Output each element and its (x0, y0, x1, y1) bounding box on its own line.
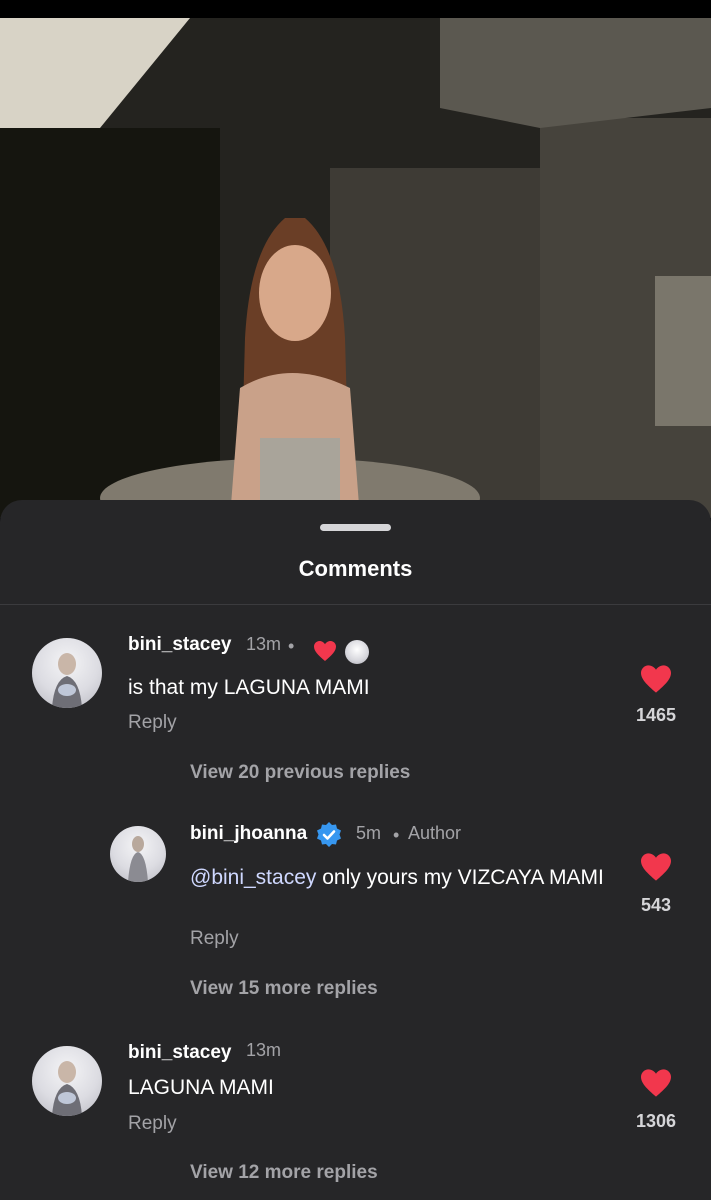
heart-icon[interactable] (639, 1068, 673, 1098)
comment-username[interactable]: bini_stacey (128, 1042, 232, 1064)
avatar[interactable] (32, 1046, 102, 1116)
view-replies-button[interactable]: View 15 more replies (190, 978, 378, 1000)
reply-button[interactable]: Reply (128, 712, 177, 734)
creator-liked-heart-icon (314, 641, 336, 661)
author-label: Author (408, 823, 462, 843)
like-count: 543 (640, 895, 672, 915)
heart-icon[interactable] (639, 852, 673, 882)
sheet-title: Comments (298, 556, 413, 581)
separator-dot: • (393, 825, 400, 845)
reply-button[interactable]: Reply (128, 1113, 177, 1135)
comment-time: 13m (246, 634, 282, 654)
view-replies-button[interactable]: View 12 more replies (190, 1162, 378, 1184)
view-replies-button[interactable]: View 20 previous replies (190, 762, 410, 784)
reply-username[interactable]: bini_jhoanna (190, 823, 307, 845)
comment-time: 13m (246, 1040, 282, 1060)
avatar[interactable] (110, 826, 166, 882)
comments-sheet: Comments bini_stacey 13m • is that my LA… (0, 500, 711, 1200)
status-bar (0, 0, 711, 18)
comment-text: is that my LAGUNA MAMI (128, 676, 370, 699)
avatar[interactable] (32, 638, 102, 708)
reply-text: @bini_stacey only yours my VIZCAYA MAMI (190, 865, 610, 891)
like-count: 1465 (635, 705, 677, 725)
divider (0, 604, 711, 605)
drag-handle[interactable] (320, 524, 391, 531)
reply-time: 5m (356, 823, 382, 843)
heart-icon[interactable] (639, 664, 673, 694)
creator-avatar-icon (345, 640, 369, 664)
verified-badge-icon (317, 822, 341, 847)
separator-dot: • (288, 636, 295, 656)
like-count: 1306 (635, 1111, 677, 1131)
post-photo (0, 18, 711, 518)
reply-button[interactable]: Reply (190, 928, 239, 950)
comment-username[interactable]: bini_stacey (128, 634, 232, 656)
mention-link[interactable]: @bini_stacey (190, 866, 316, 889)
comment-text: LAGUNA MAMI (128, 1076, 274, 1099)
reply-body: only yours my VIZCAYA MAMI (316, 866, 604, 889)
